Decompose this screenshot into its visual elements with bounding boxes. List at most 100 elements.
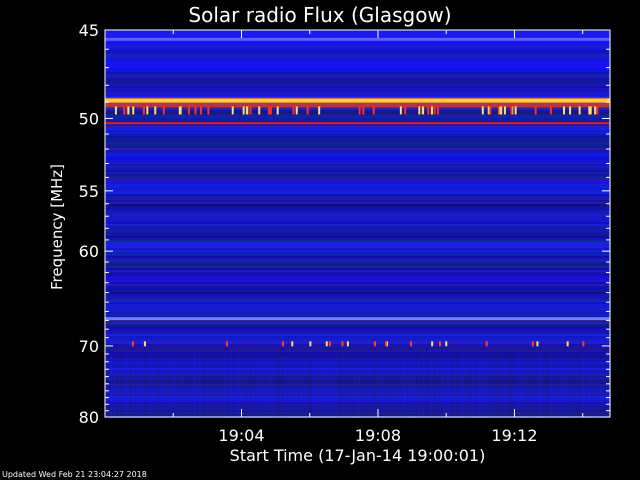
noise-column [467,353,468,417]
noise-column [145,353,146,417]
burst-mark [295,106,298,115]
burst-mark [372,106,375,115]
noise-column [333,353,334,417]
noise-column [407,353,408,417]
noise-band [105,42,610,44]
noise-column [179,353,180,417]
noise-column [539,353,540,417]
noise-column [397,353,398,417]
noise-band [105,294,610,296]
noise-band [105,226,610,228]
noise-column [205,353,206,417]
noise-column [173,353,174,417]
burst-mark [231,106,234,115]
noise-column [425,353,426,417]
spot-mark [566,341,569,347]
burst-mark [142,106,145,115]
noise-column [563,353,564,417]
burst-mark [132,106,135,115]
noise-column [465,353,466,417]
noise-column [415,353,416,417]
noise-column [441,353,442,417]
noise-column [135,353,136,417]
noise-column [319,353,320,417]
noise-column [549,353,550,417]
noise-column [513,353,514,417]
noise-band [105,64,610,66]
spot-mark [309,341,312,347]
burst-mark [418,106,421,115]
noise-column [323,353,324,417]
noise-column [487,353,488,417]
burst-mark [358,106,361,115]
noise-column [267,353,268,417]
noise-column [231,353,232,417]
noise-column [571,353,572,417]
noise-column [129,353,130,417]
noise-column [125,353,126,417]
noise-column [327,353,328,417]
noise-column [551,353,552,417]
burst-mark [569,106,572,115]
noise-column [541,353,542,417]
noise-column [191,353,192,417]
noise-band [105,74,610,76]
noise-column [557,353,558,417]
noise-column [171,353,172,417]
noise-column [607,353,608,417]
noise-band [105,192,610,194]
noise-column [119,353,120,417]
noise-column [469,353,470,417]
noise-column [293,353,294,417]
noise-band [105,292,610,294]
noise-column [517,353,518,417]
noise-column [405,353,406,417]
noise-band [105,342,610,344]
noise-band [105,256,610,258]
burst-mark [258,106,261,115]
noise-column [505,353,506,417]
noise-column [193,353,194,417]
noise-band [105,60,610,62]
noise-column [111,353,112,417]
noise-band [105,290,610,292]
noise-band [105,300,610,302]
noise-column [423,353,424,417]
noise-band [105,266,610,268]
burst-mark [318,106,321,115]
noise-band [105,270,610,272]
noise-column [343,353,344,417]
spectrogram-chart: 45505560708019:04 19:08 19:12 [79,21,611,445]
noise-column [543,353,544,417]
noise-band [105,336,610,338]
noise-band [105,54,610,56]
noise-column [337,353,338,417]
noise-column [121,353,122,417]
noise-column [409,353,410,417]
noise-band [105,120,610,122]
noise-band [105,80,610,82]
burst-mark [503,106,506,115]
noise-column [383,353,384,417]
noise-band [105,250,610,252]
y-tick-label: 60 [79,242,99,261]
noise-column [561,353,562,417]
noise-column [313,353,314,417]
noise-column [307,353,308,417]
noise-band [105,84,610,86]
spot-mark [431,341,434,347]
noise-column [109,353,110,417]
noise-band [105,160,610,162]
burst-mark [431,106,434,115]
burst-mark [267,106,270,115]
noise-column [481,353,482,417]
noise-column [225,353,226,417]
noise-band [105,90,610,92]
noise-band [105,52,610,54]
noise-column [421,353,422,417]
noise-column [127,353,128,417]
noise-column [591,353,592,417]
noise-band [105,296,610,298]
noise-column [477,353,478,417]
noise-band [105,324,610,326]
